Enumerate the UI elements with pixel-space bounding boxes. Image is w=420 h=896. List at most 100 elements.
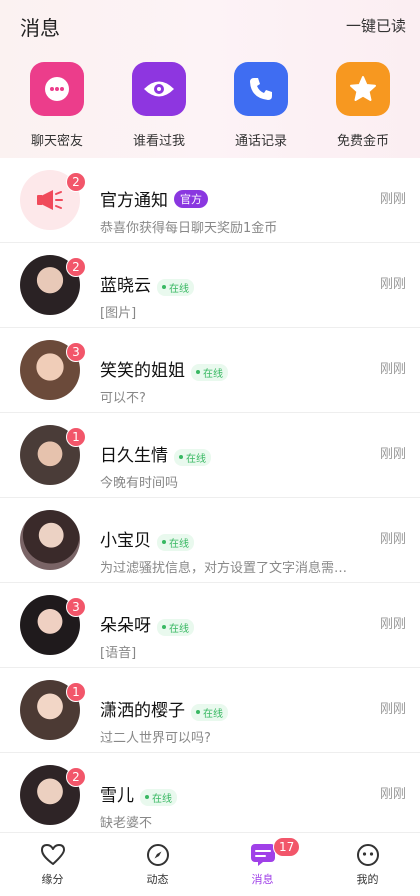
online-status: 在线 <box>140 788 177 806</box>
star-icon <box>336 62 390 116</box>
unread-badge: 2 <box>66 767 86 787</box>
compass-icon <box>146 844 169 866</box>
mark-all-read-button[interactable]: 一键已读 <box>346 15 406 36</box>
online-label: 在线 <box>203 708 223 720</box>
message-preview: [语音] <box>100 646 137 661</box>
conversation-row[interactable]: 2 蓝晓云 在线 [图片] 刚刚 <box>0 243 420 328</box>
online-dot <box>196 370 200 374</box>
contact-name: 官方通知 <box>100 191 168 211</box>
online-label: 在线 <box>203 368 223 380</box>
tab-label: 消息 <box>251 873 274 886</box>
tab-messages[interactable]: 消息 17 <box>210 833 315 896</box>
online-dot <box>162 625 166 629</box>
contact-name-wrap: 笑笑的姐姐 在线 <box>100 356 228 381</box>
online-status: 在线 <box>157 533 194 551</box>
phone-icon <box>234 62 288 116</box>
conversation-row[interactable]: 1 日久生情 在线 今晚有时间吗 刚刚 <box>0 413 420 498</box>
unread-badge: 3 <box>66 342 86 362</box>
unread-badge: 1 <box>66 682 86 702</box>
contact-name-wrap: 朵朵呀 在线 <box>100 611 194 636</box>
tab-label: 缘分 <box>41 873 64 886</box>
message-time: 刚刚 <box>379 532 406 547</box>
conversation-row[interactable]: 小宝贝 在线 为过滤骚扰信息，对方设置了文字消息需付费 刚刚 <box>0 498 420 583</box>
contact-name-wrap: 潇洒的樱子 在线 <box>100 696 228 721</box>
bottom-tab-bar: 缘分 动态 消息 17 我的 <box>0 832 420 896</box>
tab-label: 动态 <box>146 873 169 886</box>
online-dot <box>145 795 149 799</box>
online-status: 在线 <box>157 618 194 636</box>
online-status: 在线 <box>157 278 194 296</box>
message-time: 刚刚 <box>379 617 406 632</box>
online-label: 在线 <box>152 793 172 805</box>
conversation-row[interactable]: 1 潇洒的樱子 在线 过二人世界可以吗? 刚刚 <box>0 668 420 753</box>
online-status: 在线 <box>191 363 228 381</box>
contact-name-wrap: 蓝晓云 在线 <box>100 271 194 296</box>
tab-moments[interactable]: 动态 <box>105 833 210 896</box>
online-status: 在线 <box>191 703 228 721</box>
quick-chat-friends[interactable]: 聊天密友 <box>12 62 102 152</box>
contact-name-wrap: 日久生情 在线 <box>100 441 211 466</box>
online-dot <box>196 710 200 714</box>
chat-bubble-icon <box>30 62 84 116</box>
message-time: 刚刚 <box>379 362 406 377</box>
conversation-row[interactable]: 3 朵朵呀 在线 [语音] 刚刚 <box>0 583 420 668</box>
conversation-list: 2 官方通知 官方 恭喜你获得每日聊天奖励1金币 刚刚 2 蓝晓云 在线 [图片] … <box>0 158 420 838</box>
message-time: 刚刚 <box>379 702 406 717</box>
online-label: 在线 <box>169 538 189 550</box>
contact-name: 日久生情 <box>100 446 168 466</box>
quick-actions: 聊天密友 谁看过我 通话记录 免费金币 <box>0 62 420 152</box>
contact-name-wrap: 雪儿 在线 <box>100 781 177 806</box>
message-preview: 缺老婆不 <box>100 816 153 831</box>
online-dot <box>179 455 183 459</box>
message-preview: [图片] <box>100 306 137 321</box>
contact-name: 蓝晓云 <box>100 276 151 296</box>
quick-call-log[interactable]: 通话记录 <box>216 62 306 152</box>
online-dot <box>162 285 166 289</box>
tab-unread-badge: 17 <box>273 837 301 857</box>
tab-profile[interactable]: 我的 <box>315 833 420 896</box>
unread-badge: 2 <box>66 172 86 192</box>
tab-fate[interactable]: 缘分 <box>0 833 105 896</box>
online-label: 在线 <box>186 453 206 465</box>
online-label: 在线 <box>169 623 189 635</box>
message-preview: 恭喜你获得每日聊天奖励1金币 <box>100 221 278 236</box>
unread-badge: 1 <box>66 427 86 447</box>
smile-face-icon <box>356 844 379 866</box>
quick-free-coins[interactable]: 免费金币 <box>318 62 408 152</box>
online-dot <box>162 540 166 544</box>
contact-name: 小宝贝 <box>100 531 151 551</box>
eye-icon <box>132 62 186 116</box>
online-status: 在线 <box>174 448 211 466</box>
message-time: 刚刚 <box>379 447 406 462</box>
message-preview: 可以不? <box>100 391 146 406</box>
page-title: 消息 <box>20 16 60 40</box>
quick-label: 聊天密友 <box>30 134 83 149</box>
heart-icon <box>40 844 65 865</box>
message-time: 刚刚 <box>379 192 406 207</box>
message-preview: 为过滤骚扰信息，对方设置了文字消息需付费 <box>100 561 350 576</box>
message-time: 刚刚 <box>379 277 406 292</box>
conversation-row[interactable]: 2 官方通知 官方 恭喜你获得每日聊天奖励1金币 刚刚 <box>0 158 420 243</box>
online-label: 在线 <box>169 283 189 295</box>
message-time: 刚刚 <box>379 787 406 802</box>
message-preview: 今晚有时间吗 <box>100 476 179 491</box>
contact-name: 朵朵呀 <box>100 616 151 636</box>
quick-label: 通话记录 <box>234 134 287 149</box>
contact-name: 雪儿 <box>100 786 134 806</box>
unread-badge: 2 <box>66 257 86 277</box>
conversation-row[interactable]: 2 雪儿 在线 缺老婆不 刚刚 <box>0 753 420 838</box>
contact-name-wrap: 小宝贝 在线 <box>100 526 194 551</box>
official-tag: 官方 <box>174 190 208 208</box>
avatar[interactable] <box>20 510 80 570</box>
quick-label: 谁看过我 <box>132 134 185 149</box>
tab-label: 我的 <box>356 873 379 886</box>
conversation-row[interactable]: 3 笑笑的姐姐 在线 可以不? 刚刚 <box>0 328 420 413</box>
message-preview: 过二人世界可以吗? <box>100 731 211 746</box>
quick-who-viewed[interactable]: 谁看过我 <box>114 62 204 152</box>
header: 消息 一键已读 <box>0 0 420 50</box>
contact-name-wrap: 官方通知 官方 <box>100 186 208 211</box>
contact-name: 笑笑的姐姐 <box>100 361 185 381</box>
contact-name: 潇洒的樱子 <box>100 701 185 721</box>
quick-label: 免费金币 <box>336 134 389 149</box>
message-icon <box>250 844 275 866</box>
